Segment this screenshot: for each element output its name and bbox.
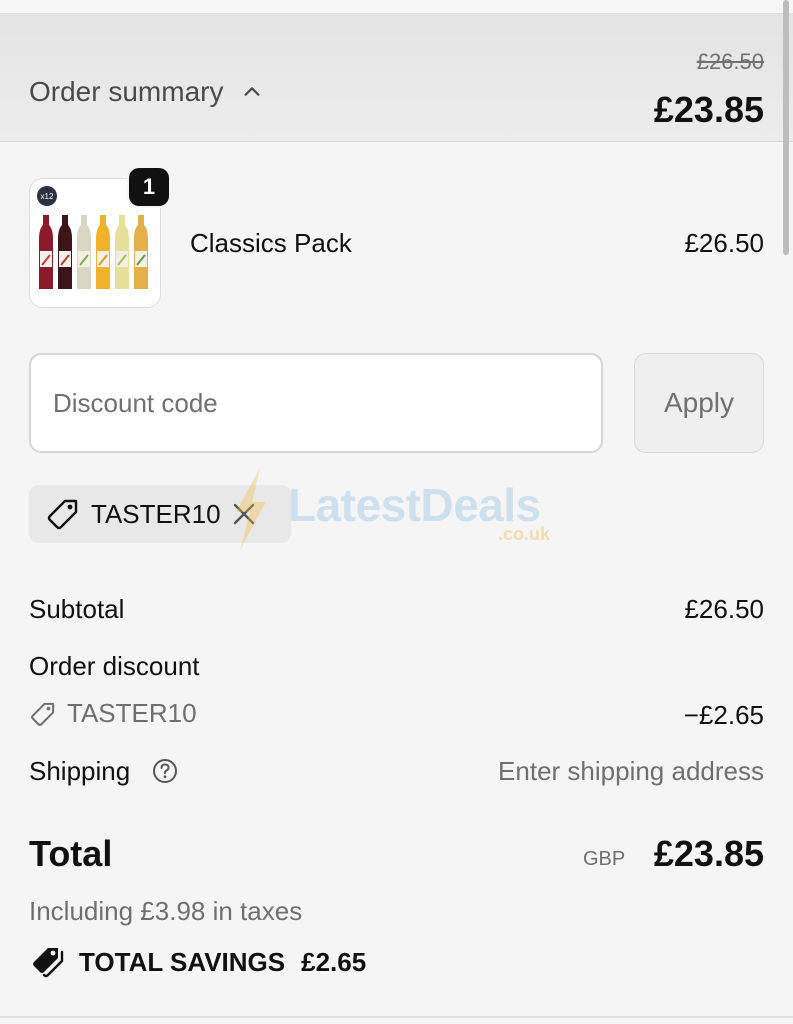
total-savings-value: £2.65 <box>301 946 367 977</box>
total-currency: GBP <box>583 848 626 870</box>
chevron-up-icon <box>244 87 260 96</box>
order-summary-toggle[interactable]: Order summary <box>29 76 263 108</box>
summary-total-price: £23.85 <box>653 89 764 130</box>
order-discount-label: Order discount <box>29 651 200 681</box>
product-name: Classics Pack <box>190 228 352 258</box>
product-price: £26.50 <box>684 228 764 258</box>
total-label: Total <box>29 833 113 874</box>
total-value: £23.85 <box>653 833 764 874</box>
pack-count-badge: x12 <box>41 192 54 201</box>
subtotal-value: £26.50 <box>684 594 764 624</box>
apply-discount-button[interactable]: Apply <box>634 353 764 453</box>
watermark-text: LatestDeals <box>288 479 541 531</box>
summary-original-price: £26.50 <box>696 49 764 74</box>
order-summary-label: Order summary <box>29 76 224 107</box>
order-discount-code: TASTER10 <box>29 698 197 729</box>
scrollbar-thumb[interactable] <box>783 0 789 255</box>
tax-note: Including £3.98 in taxes <box>29 896 303 926</box>
shipping-value: Enter shipping address <box>498 756 764 786</box>
tag-icon <box>47 499 78 530</box>
watermark-domain: .co.uk <box>498 524 551 544</box>
question-circle-icon[interactable] <box>152 758 178 784</box>
bottom-divider <box>0 1016 793 1018</box>
tag-icon <box>31 702 55 726</box>
discount-code-input[interactable] <box>29 353 603 453</box>
total-savings-label: TOTAL SAVINGS <box>79 946 286 977</box>
order-discount-code-text: TASTER10 <box>67 698 197 728</box>
applied-discount-chip: TASTER10 <box>29 485 291 543</box>
line-item: x12 1 Classics Pack £26.50 <box>29 168 764 308</box>
subtotal-label: Subtotal <box>29 594 125 624</box>
order-discount-value: −£2.65 <box>683 700 764 730</box>
quantity-badge: 1 <box>129 168 169 206</box>
tags-icon <box>33 948 64 978</box>
order-summary-bar[interactable]: Order summary £26.50 £23.85 <box>0 14 793 142</box>
total-savings: TOTAL SAVINGS £2.65 <box>29 944 366 980</box>
applied-discount-code: TASTER10 <box>91 498 221 529</box>
shipping-label: Shipping <box>29 756 131 786</box>
close-icon[interactable] <box>231 501 257 527</box>
top-divider <box>0 0 793 15</box>
